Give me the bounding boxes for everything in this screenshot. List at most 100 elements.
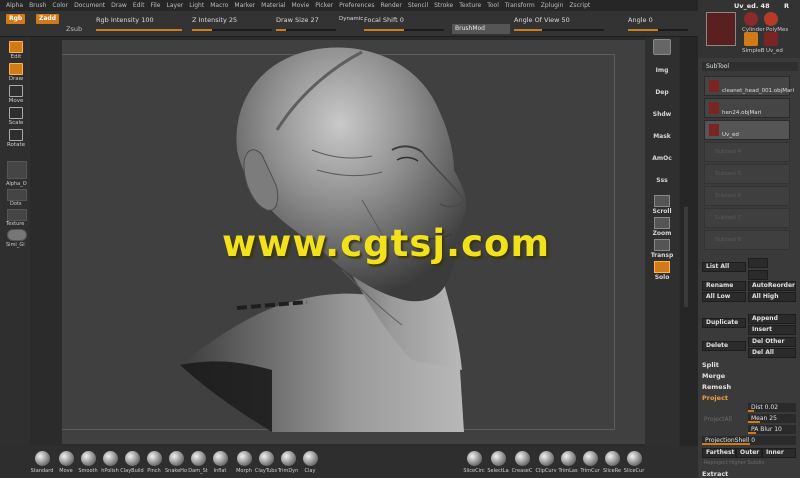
focal-shift-track[interactable] <box>364 29 444 31</box>
solo-button[interactable]: Solo <box>648 261 676 281</box>
brush-trimcurve[interactable]: TrimCur <box>578 451 602 474</box>
brush-standard[interactable]: Standard <box>30 451 54 474</box>
menu-tool[interactable]: Tool <box>487 2 499 9</box>
menu-draw[interactable]: Draw <box>111 2 127 9</box>
rotate-button[interactable]: Rotate <box>6 129 26 151</box>
menu-preferences[interactable]: Preferences <box>339 2 374 9</box>
brush-slicecurve[interactable]: SliceCur <box>622 451 646 474</box>
insert-button[interactable]: Insert <box>748 325 796 335</box>
menu-zscript[interactable]: Zscript <box>569 2 590 9</box>
subtool-empty[interactable]: Subtool 7 <box>704 208 790 228</box>
uved-thumbnail[interactable] <box>764 32 778 46</box>
draw-size-track[interactable] <box>276 29 336 31</box>
angle-of-view-slider[interactable]: Angle Of View 50 <box>514 16 570 24</box>
menu-movie[interactable]: Movie <box>292 2 310 9</box>
tool-r-label[interactable]: R <box>784 2 789 10</box>
shadow-button[interactable]: Shdw <box>648 111 676 118</box>
scroll-button[interactable]: Scroll <box>648 195 676 215</box>
menu-document[interactable]: Document <box>74 2 105 9</box>
projection-shell-slider[interactable]: ProjectionShell 0 <box>702 436 796 445</box>
subtool-empty[interactable]: Subtool 6 <box>704 186 790 206</box>
project-all-button[interactable]: ProjectAll <box>704 416 732 423</box>
edit-button[interactable]: Edit <box>6 41 26 63</box>
farthest-button[interactable]: Farthest <box>702 448 736 458</box>
subtool-header[interactable]: SubTool <box>702 62 798 71</box>
menu-alpha[interactable]: Alpha <box>6 2 23 9</box>
menu-edit[interactable]: Edit <box>133 2 145 9</box>
menu-light[interactable]: Light <box>189 2 204 9</box>
brush-clipcurve[interactable]: ClipCurv <box>534 451 558 474</box>
brush-inflat[interactable]: Inflat <box>208 451 232 474</box>
move-button[interactable]: Move <box>6 85 26 107</box>
bpr-button[interactable] <box>653 39 671 55</box>
material-picker[interactable] <box>7 229 27 241</box>
menu-brush[interactable]: Brush <box>29 2 46 9</box>
brush-hpolish[interactable]: hPolish <box>98 451 122 474</box>
del-all-button[interactable]: Del All <box>748 348 796 358</box>
menu-stencil[interactable]: Stencil <box>408 2 428 9</box>
angle-of-view-track[interactable] <box>514 29 604 31</box>
menu-macro[interactable]: Macro <box>210 2 228 9</box>
remesh-section[interactable]: Remesh <box>702 383 731 391</box>
menu-marker[interactable]: Marker <box>234 2 255 9</box>
brush-pinch[interactable]: Pinch <box>142 451 166 474</box>
del-other-button[interactable]: Del Other <box>748 337 796 347</box>
brushmod-slider[interactable]: BrushMod <box>452 24 510 34</box>
stroke-picker[interactable] <box>7 189 27 201</box>
brush-morph[interactable]: Morph <box>232 451 256 474</box>
brush-smooth[interactable]: Smooth <box>76 451 100 474</box>
brush-trimdynamic[interactable]: TrimDyn <box>276 451 300 474</box>
draw-button[interactable]: Draw <box>6 63 26 85</box>
texture-picker[interactable] <box>7 209 27 221</box>
amoc-button[interactable]: AmOc <box>648 155 676 162</box>
all-high-button[interactable]: All High <box>748 292 796 302</box>
brush-selectlasso[interactable]: SelectLa <box>486 451 510 474</box>
persp-button[interactable]: Img <box>648 67 676 74</box>
angle-track[interactable] <box>628 29 688 31</box>
mean-slider[interactable]: Mean 25 <box>748 414 796 423</box>
canvas-scrollbar[interactable] <box>680 37 698 457</box>
menu-render[interactable]: Render <box>380 2 401 9</box>
alpha-picker[interactable] <box>7 161 27 179</box>
brush-snakehook[interactable]: SnakeHo <box>164 451 188 474</box>
pa-blur-slider[interactable]: PA Blur 10 <box>748 425 796 434</box>
rename-button[interactable]: Rename <box>702 281 746 291</box>
subtool-item[interactable]: hen24.objMari <box>704 98 790 118</box>
subtool-empty[interactable]: Subtool 8 <box>704 230 790 250</box>
brush-clay[interactable]: Clay <box>298 451 322 474</box>
zadd-button[interactable]: Zadd <box>36 14 59 24</box>
transp-button[interactable]: Transp <box>648 239 676 259</box>
extract-section[interactable]: Extract <box>702 470 728 478</box>
brush-creasecurve[interactable]: CreaseC <box>510 451 534 474</box>
menu-stroke[interactable]: Stroke <box>434 2 453 9</box>
menu-texture[interactable]: Texture <box>459 2 481 9</box>
dynamic-toggle[interactable]: Dynamic <box>339 16 363 22</box>
rgb-button[interactable]: Rgb <box>6 14 26 24</box>
menu-transform[interactable]: Transform <box>505 2 535 9</box>
dist-slider[interactable]: Dist 0.02 <box>748 403 796 412</box>
zsub-button[interactable]: Zsub <box>66 25 82 33</box>
polymesh-thumbnail[interactable] <box>764 12 778 26</box>
reproject-button[interactable]: Reproject Higher Subdiv <box>704 460 765 466</box>
move-up-button[interactable] <box>748 258 768 268</box>
brush-slicecirc[interactable]: SliceCirc <box>462 451 486 474</box>
project-section[interactable]: Project <box>702 394 728 402</box>
rgb-intensity-slider[interactable]: Rgb Intensity 100 <box>96 16 154 24</box>
inner-button[interactable]: Inner <box>762 448 796 458</box>
menu-file[interactable]: File <box>150 2 160 9</box>
brush-slicerect[interactable]: SliceRe <box>600 451 624 474</box>
append-button[interactable]: Append <box>748 314 796 324</box>
rgb-intensity-track[interactable] <box>96 29 182 31</box>
z-intensity-slider[interactable]: Z Intensity 25 <box>192 16 237 24</box>
all-low-button[interactable]: All Low <box>702 292 746 302</box>
autoreorder-button[interactable]: AutoReorder <box>748 281 796 291</box>
subtool-item[interactable]: cleanet_head_001.objMari <box>704 76 794 96</box>
menu-material[interactable]: Material <box>261 2 285 9</box>
subtool-empty[interactable]: Subtool 4 <box>704 142 790 162</box>
cylinder-thumbnail[interactable] <box>744 12 758 26</box>
merge-section[interactable]: Merge <box>702 372 725 380</box>
duplicate-button[interactable]: Duplicate <box>702 318 746 328</box>
sss-button[interactable]: Sss <box>648 177 676 184</box>
list-all-button[interactable]: List All <box>702 262 746 272</box>
menu-picker[interactable]: Picker <box>315 2 333 9</box>
